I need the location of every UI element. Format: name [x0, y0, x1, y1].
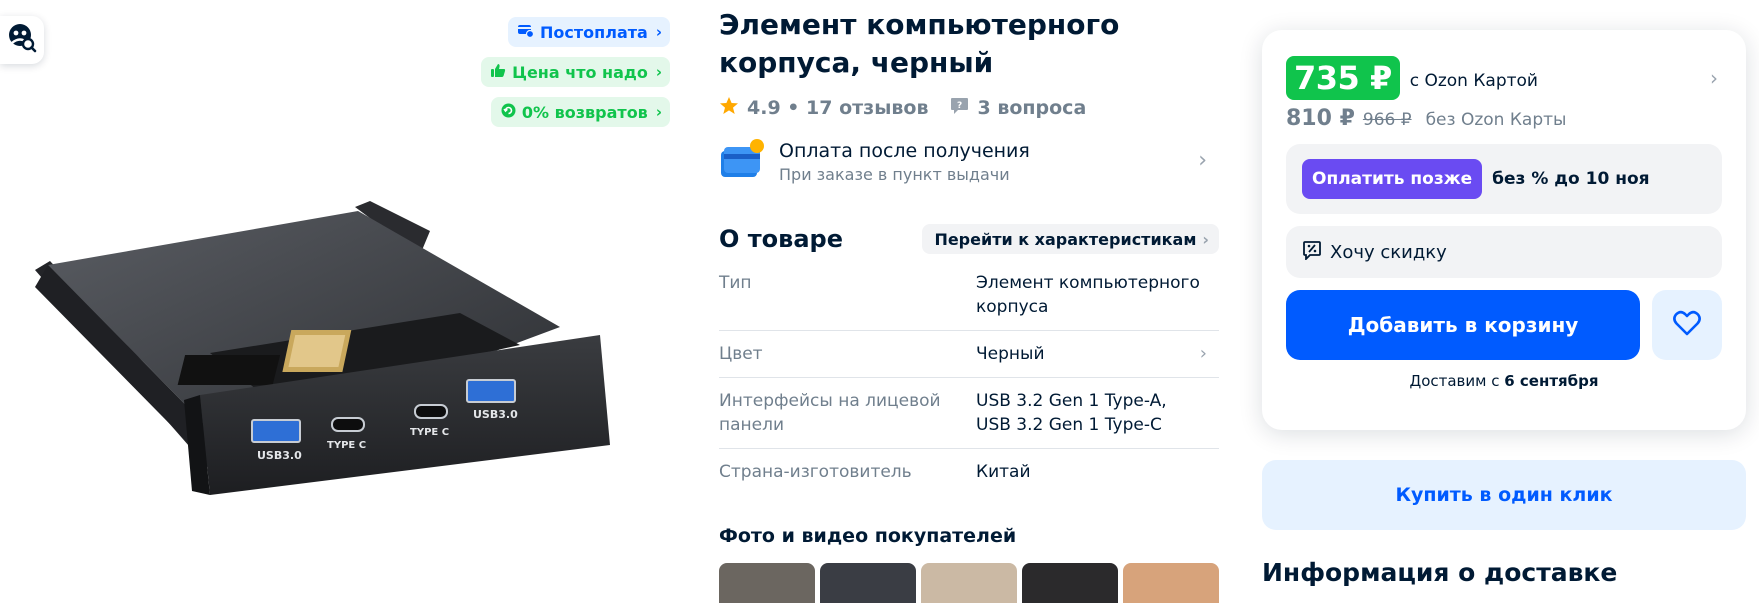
want-discount-button[interactable]: Хочу скидку [1286, 226, 1722, 278]
image-search-button[interactable] [0, 16, 44, 64]
ozon-card-price-label: с Ozon Картой [1409, 71, 1538, 91]
product-info: Элемент компьютерного корпуса, черный 4.… [719, 6, 1219, 603]
port-label: TYPE C [410, 427, 449, 438]
customer-photo-thumb[interactable] [820, 563, 916, 603]
buy-card: 735 ₽ с Ozon Картой › 810 ₽ 966 ₽ без Oz… [1262, 30, 1746, 430]
chevron-right-icon: › [1710, 66, 1718, 90]
about-title: О товаре [719, 225, 843, 253]
chevron-right-icon: › [655, 63, 662, 81]
customer-media-title: Фото и видео покупателей [719, 525, 1017, 547]
customer-photo-thumb[interactable] [921, 563, 1017, 603]
postpay-subtitle: При заказе в пункт выдачи [779, 165, 1010, 184]
go-to-specs-button[interactable]: Перейти к характеристикам › [922, 224, 1219, 254]
go-to-specs-label: Перейти к характеристикам [934, 229, 1197, 249]
rating-row: 4.9 • 17 отзывов ? 3 вопроса [719, 94, 1219, 122]
chevron-right-icon: › [1198, 148, 1207, 173]
spec-value: Черный [976, 344, 1045, 364]
cart-actions: Добавить в корзину [1286, 290, 1722, 360]
spec-row: Интерфейсы на лицевой панели USB 3.2 Gen… [719, 378, 1219, 449]
chevron-right-icon: › [1202, 229, 1209, 249]
chevron-right-icon: › [655, 103, 662, 121]
credit-card-icon [719, 137, 765, 187]
pay-later-block: Оплатить позже без % до 10 ноя [1286, 144, 1722, 214]
customer-photo-thumb[interactable] [1022, 563, 1118, 603]
spec-value: Элемент компьютерного корпуса [976, 273, 1200, 317]
customer-media-strip [719, 563, 1219, 603]
discount-tag-icon [1302, 240, 1322, 265]
heart-icon [1673, 310, 1701, 340]
spec-row: Страна-изготовитель Китай [719, 449, 1219, 495]
thumbs-up-icon [491, 63, 506, 82]
badge-label: Постоплата [540, 22, 648, 42]
return-icon [501, 103, 516, 122]
badge-zero-returns[interactable]: 0% возвратов › [490, 97, 670, 127]
old-price: 966 ₽ [1362, 110, 1412, 130]
chat-bubble-icon: ? [950, 97, 969, 120]
svg-text:?: ? [957, 101, 962, 111]
delivery-date-note: Доставим с 6 сентября [1286, 372, 1722, 390]
badge-good-price[interactable]: Цена что надо › [481, 57, 670, 87]
spec-row[interactable]: Цвет Черный › [719, 331, 1219, 378]
spec-key: Страна-изготовитель [719, 462, 912, 482]
product-badges: Постоплата › Цена что надо › 0% возврато… [481, 17, 670, 127]
spec-key: Интерфейсы на лицевой панели [719, 391, 941, 435]
questions-link[interactable]: ? 3 вопроса [950, 97, 1086, 120]
badge-label: 0% возвратов [521, 102, 648, 122]
chevron-right-icon: › [655, 23, 662, 41]
car-card-icon [518, 23, 535, 42]
buy-one-click-button[interactable]: Купить в один клик [1262, 460, 1746, 530]
pay-later-button[interactable]: Оплатить позже [1302, 159, 1483, 199]
spec-value: USB 3.2 Gen 1 Type-A, USB 3.2 Gen 1 Type… [976, 391, 1167, 435]
camera-search-icon [7, 23, 37, 57]
regular-price: 810 ₽ [1286, 106, 1355, 131]
star-icon [719, 96, 739, 121]
customer-photo-thumb[interactable] [719, 563, 815, 603]
product-title: Элемент компьютерного корпуса, черный [719, 8, 1120, 79]
delivery-prefix: Доставим с [1409, 372, 1500, 390]
spec-table: Тип Элемент компьютерного корпуса Цвет Ч… [719, 260, 1219, 495]
about-section-header: О товаре Перейти к характеристикам › [719, 222, 1219, 256]
customer-photo-thumb[interactable] [1123, 563, 1219, 603]
postpay-title: Оплата после получения [779, 140, 1030, 162]
favorite-button[interactable] [1652, 290, 1722, 360]
badge-label: Цена что надо [512, 62, 648, 82]
spec-value: Китай [976, 462, 1031, 482]
rating-reviews-link[interactable]: 4.9 • 17 отзывов [747, 97, 928, 119]
pay-later-terms: без % до 10 ноя [1492, 169, 1650, 189]
postpay-info[interactable]: Оплата после получения При заказе в пунк… [719, 134, 1219, 190]
add-to-cart-button[interactable]: Добавить в корзину [1286, 290, 1640, 360]
spec-key: Тип [719, 273, 752, 293]
regular-price-label: без Ozon Карты [1425, 110, 1567, 130]
ozon-card-price-row[interactable]: 735 ₽ с Ozon Картой › [1286, 56, 1722, 100]
product-image[interactable]: USB3.0 TYPE C TYPE C USB3.0 [20, 195, 630, 540]
ozon-card-price: 735 ₽ [1286, 56, 1400, 100]
port-label: USB3.0 [473, 408, 518, 421]
port-label: USB3.0 [257, 449, 302, 462]
spec-row: Тип Элемент компьютерного корпуса [719, 260, 1219, 331]
badge-postpay[interactable]: Постоплата › [508, 17, 670, 47]
delivery-date: 6 сентября [1504, 372, 1599, 390]
chevron-right-icon: › [1199, 343, 1207, 364]
delivery-info-title: Информация о доставке [1262, 558, 1618, 587]
questions-count: 3 вопроса [977, 97, 1087, 119]
want-discount-label: Хочу скидку [1330, 241, 1447, 263]
port-label: TYPE C [327, 440, 366, 451]
regular-price-row: 810 ₽ 966 ₽ без Ozon Карты [1286, 106, 1722, 134]
spec-key: Цвет [719, 344, 763, 364]
